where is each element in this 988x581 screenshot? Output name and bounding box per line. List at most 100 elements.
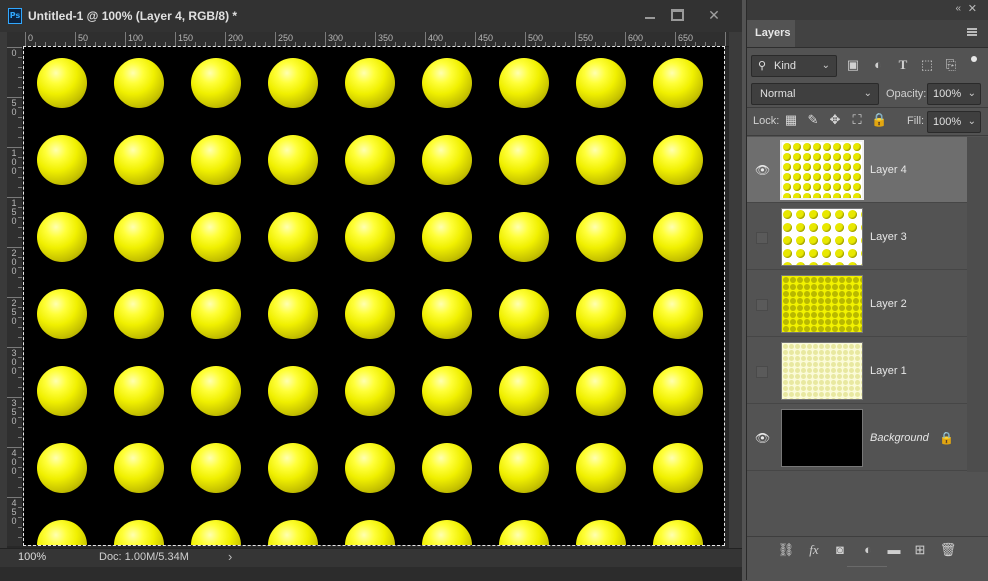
- thumb-dot: [783, 392, 788, 397]
- thumb-dot: [831, 362, 836, 367]
- thumb-dot: [809, 223, 818, 232]
- ruler-tick: [355, 42, 356, 46]
- lock-position-icon[interactable]: ✥: [827, 112, 843, 128]
- document-window: Ps Untitled-1 @ 100% (Layer 4, RGB/8) * …: [0, 0, 742, 581]
- thumb-dot: [793, 193, 801, 198]
- thumb-dot: [861, 368, 862, 373]
- layer-row-layer-2[interactable]: Layer 2: [747, 271, 967, 337]
- horizontal-ruler[interactable]: 0 50 100 150 200 250 300 350 400 450 500 550 600 650: [22, 32, 729, 47]
- thumb-dot: [849, 356, 854, 361]
- fill-value: 100%: [933, 116, 962, 128]
- document-title-bar[interactable]: Ps Untitled-1 @ 100% (Layer 4, RGB/8) * …: [0, 0, 742, 33]
- close-button[interactable]: ✕: [703, 6, 725, 24]
- thumb-dot: [783, 374, 788, 379]
- new-layer-icon[interactable]: ⊞: [911, 541, 929, 559]
- eye-icon[interactable]: 👁: [755, 431, 770, 445]
- ruler-tick: [325, 32, 326, 46]
- panel-header[interactable]: « ✕: [747, 0, 988, 20]
- visibility-toggle[interactable]: [756, 366, 768, 378]
- ruler-tick: [525, 32, 526, 46]
- ruler-label: 350: [11, 398, 17, 426]
- zoom-level[interactable]: 100%: [18, 551, 46, 563]
- visibility-toggle[interactable]: [756, 232, 768, 244]
- panel-menu-icon[interactable]: [967, 28, 977, 36]
- blend-mode-select[interactable]: Normal ⌄: [751, 83, 879, 105]
- yellow-sphere: [499, 443, 549, 493]
- ruler-tick: [18, 127, 22, 128]
- new-group-icon[interactable]: ▬: [885, 541, 903, 559]
- filter-kind-select[interactable]: ⚲ Kind ⌄: [751, 55, 837, 77]
- collapse-icon[interactable]: «: [955, 3, 961, 14]
- thumb-dot: [819, 398, 824, 399]
- vertical-scrollbar[interactable]: [729, 32, 742, 548]
- layer-name[interactable]: Layer 3: [870, 231, 907, 243]
- type-filter-icon[interactable]: T: [895, 57, 911, 73]
- thumb-dot: [825, 298, 831, 304]
- thumb-dot: [804, 312, 810, 318]
- layer-thumbnail: [780, 140, 864, 200]
- lock-image-pixels-icon[interactable]: ✎: [805, 112, 821, 128]
- thumb-dot: [833, 153, 841, 161]
- minimize-button[interactable]: [639, 6, 661, 24]
- maximize-button[interactable]: [666, 6, 688, 24]
- ruler-tick: [495, 42, 496, 46]
- horizontal-scrollbar[interactable]: [0, 567, 742, 581]
- thumb-dot: [807, 398, 812, 399]
- filter-toggle-icon[interactable]: [971, 56, 977, 62]
- adjustment-layer-icon[interactable]: ◐: [859, 541, 877, 559]
- resize-handle[interactable]: [847, 566, 887, 568]
- thumb-dot: [861, 262, 862, 265]
- layer-name[interactable]: Layer 2: [870, 298, 907, 310]
- adjustment-filter-icon[interactable]: ◐: [870, 57, 886, 73]
- panel-close-icon[interactable]: ✕: [968, 2, 977, 15]
- thumb-dot: [783, 262, 792, 265]
- yellow-sphere: [345, 443, 395, 493]
- layer-name[interactable]: Background: [870, 432, 929, 444]
- add-mask-icon[interactable]: ◙: [831, 541, 849, 559]
- layer-row-layer-1[interactable]: Layer 1: [747, 338, 967, 404]
- panel-scrollbar[interactable]: [967, 137, 988, 472]
- ruler-tick: [18, 467, 22, 468]
- ruler-corner[interactable]: [7, 32, 22, 46]
- shape-filter-icon[interactable]: ⬚: [919, 57, 935, 73]
- delete-layer-icon[interactable]: 🗑: [939, 541, 957, 559]
- ruler-tick: [705, 42, 706, 46]
- lock-all-icon[interactable]: 🔒: [871, 112, 887, 128]
- yellow-sphere: [422, 289, 472, 339]
- thumb-dot: [853, 163, 861, 171]
- tab-layers[interactable]: Layers: [747, 20, 795, 47]
- link-layers-icon[interactable]: ⛓: [777, 541, 795, 559]
- layer-name[interactable]: Layer 1: [870, 365, 907, 377]
- layer-row-layer-4[interactable]: 👁 Layer 4: [747, 137, 967, 203]
- smart-object-filter-icon[interactable]: ⎘: [943, 57, 959, 73]
- divider: [747, 135, 988, 136]
- thumb-dot: [855, 380, 860, 385]
- thumb-dot: [783, 368, 788, 373]
- thumb-dot: [849, 362, 854, 367]
- yellow-sphere: [422, 366, 472, 416]
- pixel-filter-icon[interactable]: ▣: [845, 57, 861, 73]
- thumb-dot: [801, 368, 806, 373]
- thumb-dot: [783, 312, 789, 318]
- status-menu-chevron-icon[interactable]: ›: [228, 549, 232, 564]
- layer-row-layer-3[interactable]: Layer 3: [747, 204, 967, 270]
- ruler-tick: [345, 42, 346, 46]
- lock-transparent-pixels-icon[interactable]: ▦: [783, 112, 799, 128]
- thumb-dot: [793, 183, 801, 191]
- thumb-dot: [849, 350, 854, 355]
- layer-row-background[interactable]: 👁 Background 🔒: [747, 405, 967, 471]
- fx-icon[interactable]: fx: [805, 541, 823, 559]
- layer-name[interactable]: Layer 4: [870, 164, 907, 176]
- visibility-toggle[interactable]: [756, 299, 768, 311]
- ruler-tick: [18, 57, 22, 58]
- canvas[interactable]: [23, 46, 725, 546]
- vertical-ruler[interactable]: 0 50 100 150 200 250 300 350 400 450: [7, 46, 23, 546]
- ruler-tick: [645, 42, 646, 46]
- eye-icon[interactable]: 👁: [755, 163, 770, 177]
- layers-panel: « ✕ Layers ⚲ Kind ⌄ ▣ ◐ T ⬚ ⎘ Normal ⌄ O…: [746, 0, 988, 580]
- fill-field[interactable]: 100% ⌄: [927, 111, 981, 133]
- lock-artboard-icon[interactable]: ⛶: [849, 112, 865, 128]
- thumb-dot: [790, 319, 796, 325]
- thumb-dot: [860, 326, 862, 332]
- opacity-field[interactable]: 100% ⌄: [927, 83, 981, 105]
